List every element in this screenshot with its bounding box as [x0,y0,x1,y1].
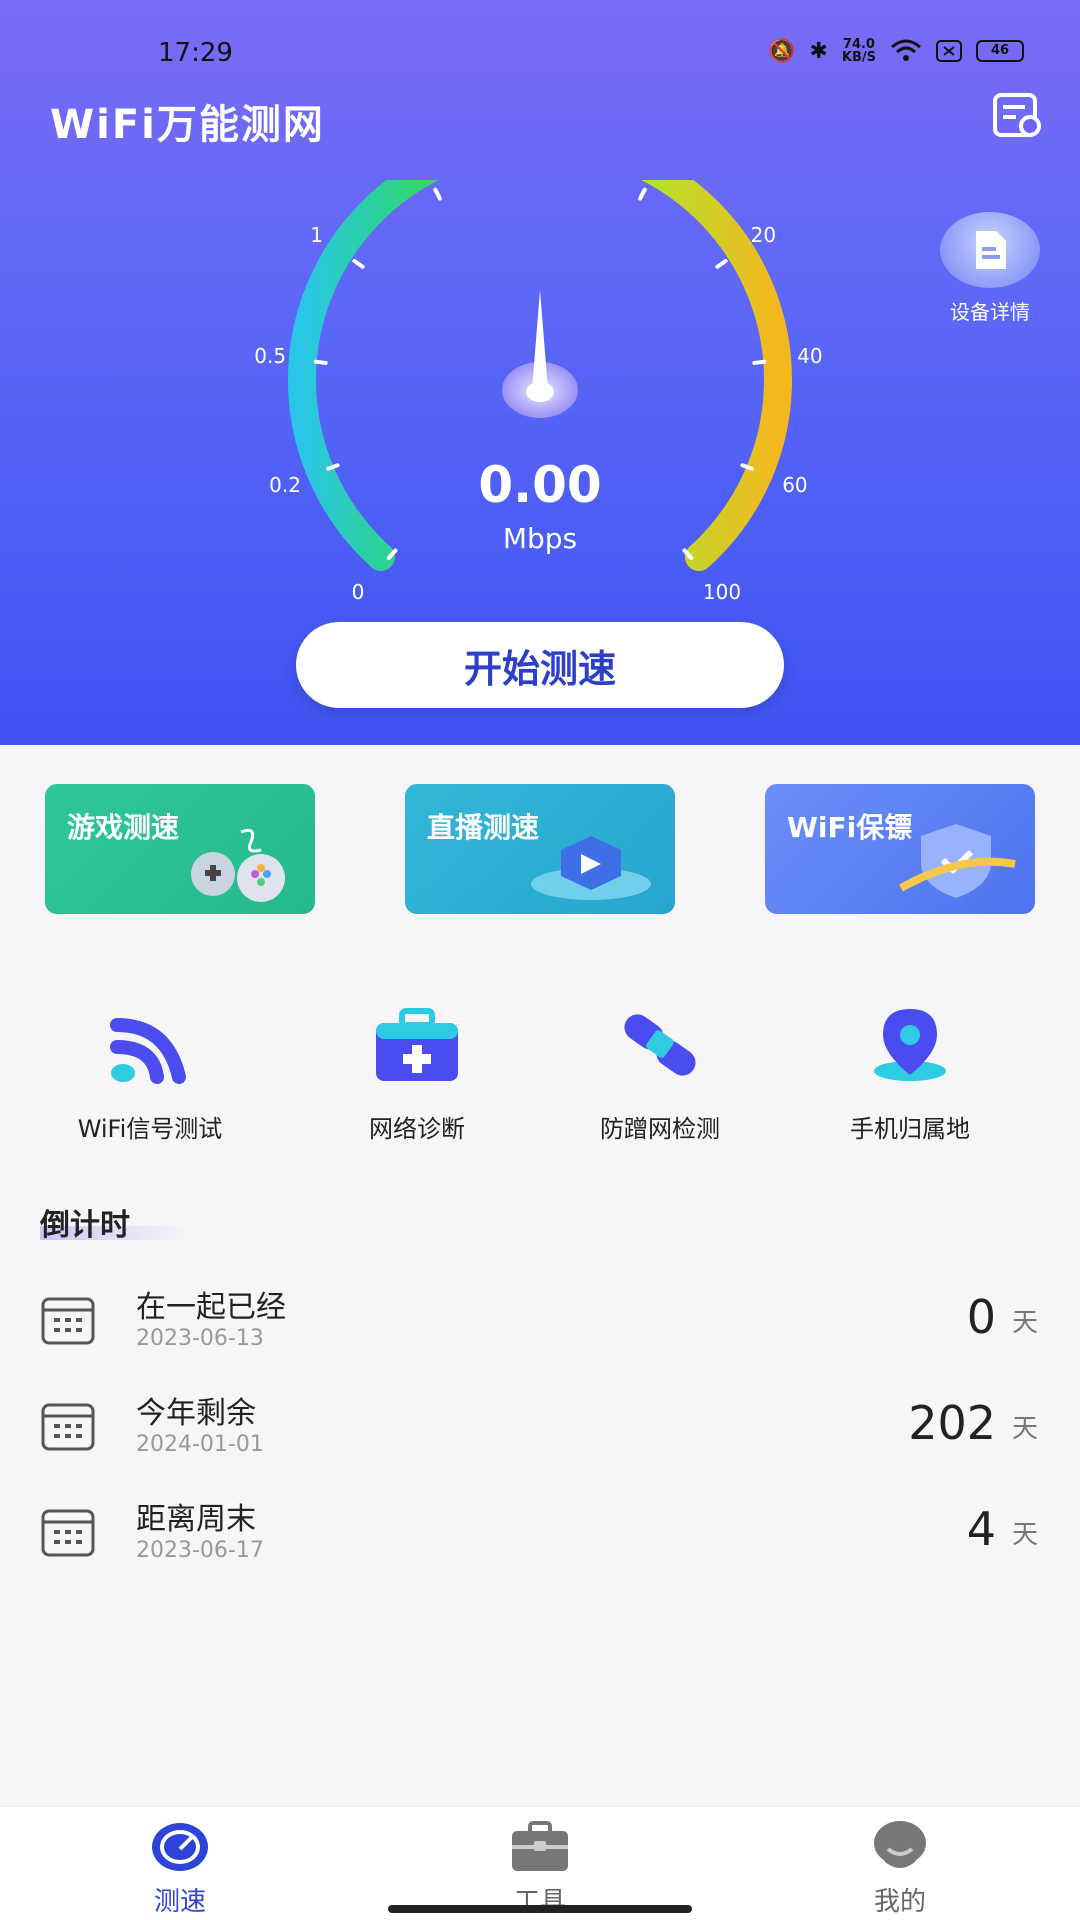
countdown-date: 2023-06-13 [136,1326,264,1351]
app-title: WiFi万能测网 [50,102,325,148]
gauge-tick [715,259,728,269]
countdown-title: 倒计时 [40,1208,130,1243]
nav-speed-test[interactable]: 测速 [80,1819,280,1918]
wifi-status-icon [891,39,921,61]
mute-icon: 🔕 [768,38,796,64]
tool-phone-location-label: 手机归属地 [850,1115,970,1143]
countdown-unit: 天 [1011,1520,1038,1550]
gauge-tick-label: 1 [310,223,323,247]
gauge-tick [313,359,328,365]
link-icon [624,1014,696,1076]
gamepad-icon [191,828,285,902]
tool-anti-leech[interactable]: 防蹭网检测 [540,1005,780,1144]
gauge-tick-label: 0 [352,580,365,600]
medical-kit-icon [376,1008,458,1081]
toolbox-icon [512,1821,568,1871]
hero-panel: 17:29 🔕 ✱ 74.0 KB/S 46 WiFi万能测网 设备详情 0 0… [0,0,1080,745]
gauge-tick [638,187,647,201]
tool-phone-location[interactable]: 手机归属地 [790,1005,1030,1144]
live-stream-icon [531,836,651,900]
status-time: 17:29 [158,38,233,68]
countdown-value: 202 [908,1396,996,1450]
countdown-item[interactable]: 距离周末 2023-06-17 4 天 [0,1488,1080,1578]
location-pin-icon [874,1009,946,1081]
wifi-signal-icon [110,1018,186,1084]
gauge-tick-label: 20 [751,223,776,247]
sim-icon [936,40,962,62]
countdown-value: 0 [966,1290,996,1344]
gauge-tick-label: 40 [797,344,822,368]
countdown-name: 距离周末 [136,1502,256,1537]
tool-anti-leech-label: 防蹭网检测 [600,1115,720,1143]
game-speed-label: 游戏测速 [67,811,180,844]
nav-mine-label: 我的 [873,1887,926,1917]
wifi-guard-card[interactable]: WiFi保镖 [765,784,1035,914]
countdown-item[interactable]: 今年剩余 2024-01-01 202 天 [0,1382,1080,1472]
start-test-button[interactable]: 开始测速 [296,622,784,708]
status-icons: 🔕 ✱ 74.0 KB/S 46 [768,38,1024,64]
countdown-name: 在一起已经 [136,1290,286,1325]
home-indicator [388,1905,692,1913]
bottom-nav: 测速 工具 我的 [0,1806,1080,1920]
profile-icon [874,1821,926,1868]
feature-cards: 游戏测速 直播测速 WiFi保镖 [0,784,1080,914]
calendar-icon [41,1509,95,1557]
net-speed-unit: KB/S [841,50,876,65]
nav-tools[interactable]: 工具 [440,1819,640,1918]
nav-speed-test-label: 测速 [153,1887,206,1917]
countdown-date: 2023-06-17 [136,1538,264,1563]
gauge-needle [532,290,548,390]
speed-unit: Mbps [502,522,578,555]
gauge-tick-label: 0.5 [254,344,286,368]
calendar-icon [41,1403,95,1451]
tool-grid: WiFi信号测试 网络诊断 防蹭网检测 手机归属地 [0,1005,1080,1143]
speed-value: 0.00 [478,456,602,514]
nav-mine[interactable]: 我的 [800,1819,1000,1918]
gauge-tick [752,359,767,365]
gauge-tick-label: 100 [703,580,741,600]
calendar-icon [41,1297,95,1345]
shield-icon [899,824,1016,898]
live-speed-card[interactable]: 直播测速 [405,784,675,914]
countdown-unit: 天 [1011,1308,1038,1338]
gauge-tick [433,187,442,201]
battery-indicator: 46 [976,40,1024,62]
countdown-value: 4 [966,1502,996,1556]
speedometer-icon [152,1823,208,1871]
history-icon[interactable] [992,92,1044,138]
tool-wifi-signal[interactable]: WiFi信号测试 [30,1005,270,1144]
countdown-date: 2024-01-01 [136,1432,264,1457]
gauge-needle-base [526,382,554,402]
countdown-name: 今年剩余 [136,1396,256,1431]
net-speed: 74.0 KB/S [842,38,876,64]
game-speed-card[interactable]: 游戏测速 [45,784,315,914]
bluetooth-icon: ✱ [809,38,828,64]
tool-network-diagnosis-label: 网络诊断 [369,1115,465,1143]
tool-network-diagnosis[interactable]: 网络诊断 [297,1005,537,1144]
countdown-item[interactable]: 在一起已经 2023-06-13 0 天 [0,1276,1080,1366]
gauge-tick [352,259,365,269]
countdown-unit: 天 [1011,1414,1038,1444]
status-bar: 17:29 🔕 ✱ 74.0 KB/S 46 [0,28,1080,78]
tool-wifi-signal-label: WiFi信号测试 [77,1115,223,1143]
